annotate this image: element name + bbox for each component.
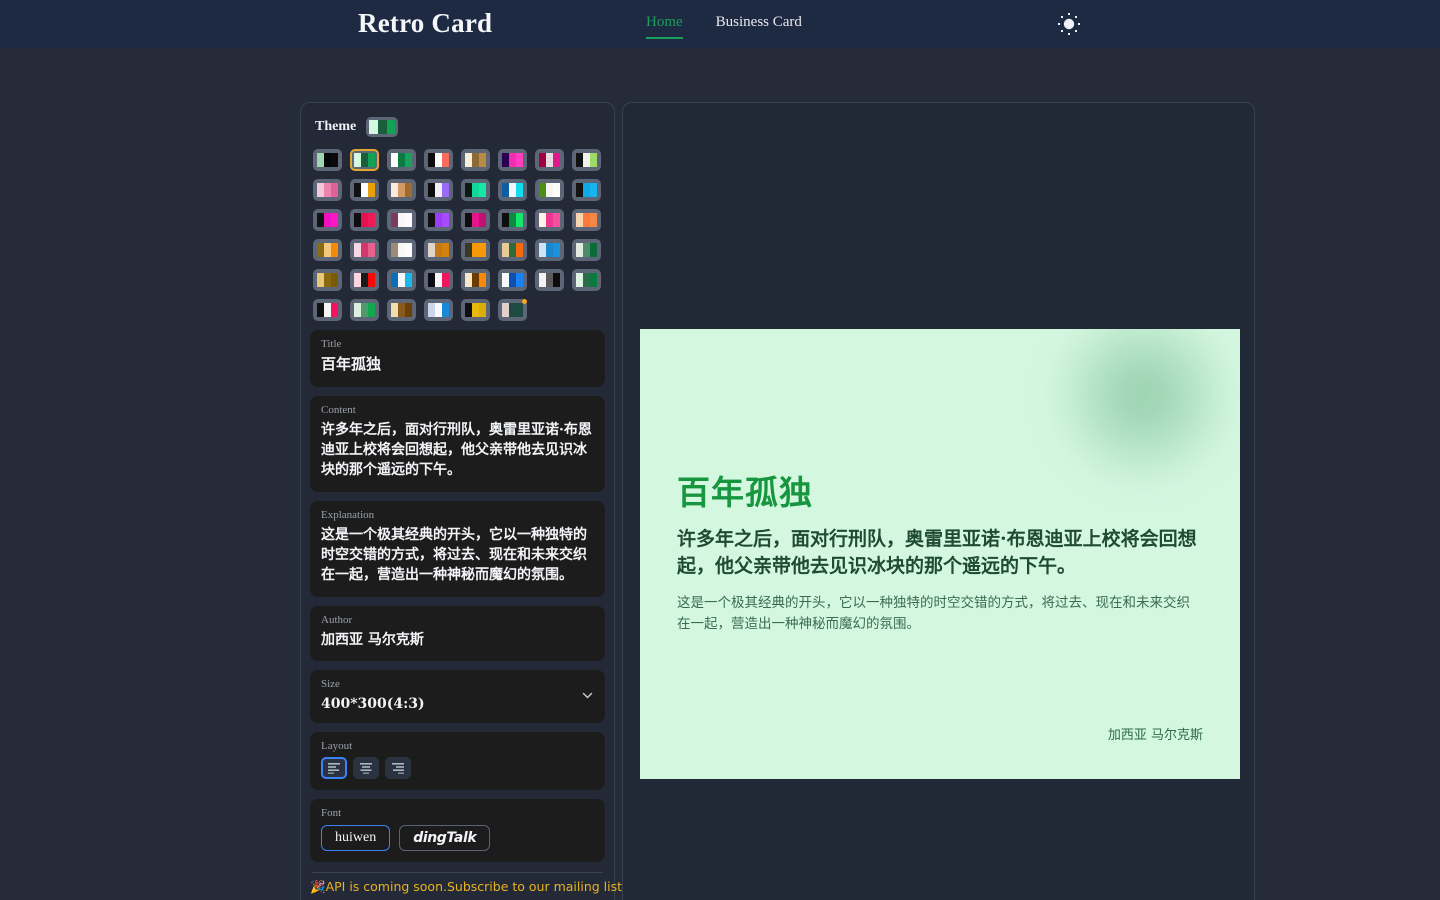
layout-options: [321, 757, 594, 780]
theme-swatch-14[interactable]: [535, 179, 564, 201]
app-brand-title: Retro Card: [358, 8, 493, 38]
theme-swatch-23[interactable]: [572, 209, 601, 231]
theme-swatch-20[interactable]: [461, 209, 490, 231]
theme-swatch-9[interactable]: [350, 179, 379, 201]
preview-content: 许多年之后，面对行刑队，奥雷里亚诺·布恩迪亚上校将会回想起，他父亲带他去见识冰块…: [677, 527, 1197, 578]
new-badge-dot: [522, 299, 527, 304]
theme-swatch-45[interactable]: [498, 299, 527, 321]
theme-swatch-13[interactable]: [498, 179, 527, 201]
theme-swatch-41[interactable]: [350, 299, 379, 321]
content-field-value[interactable]: 许多年之后，面对行刑队，奥雷里亚诺·布恩迪亚上校将会回想起，他父亲带他去见识冰块…: [321, 420, 594, 481]
chevron-down-icon[interactable]: [581, 689, 593, 701]
theme-swatch-17[interactable]: [350, 209, 379, 231]
title-field[interactable]: Title 百年孤独: [310, 330, 605, 387]
theme-swatch-26[interactable]: [387, 239, 416, 261]
explanation-field-value[interactable]: 这是一个极其经典的开头，它以一种独特的时空交错的方式，将过去、现在和未来交织在一…: [321, 525, 594, 586]
align-center-icon[interactable]: [353, 757, 379, 780]
theme-swatch-7[interactable]: [572, 149, 601, 171]
font-field-label: Font: [321, 807, 342, 820]
theme-swatch-42[interactable]: [387, 299, 416, 321]
sun-icon[interactable]: [1056, 11, 1082, 37]
theme-swatch-10[interactable]: [387, 179, 416, 201]
theme-swatch-16[interactable]: [313, 209, 342, 231]
theme-swatch-39[interactable]: [572, 269, 601, 291]
theme-swatch-24[interactable]: [313, 239, 342, 261]
preview-card-body: 百年孤独 许多年之后，面对行刑队，奥雷里亚诺·布恩迪亚上校将会回想起，他父亲带他…: [640, 329, 1240, 779]
theme-swatch-11[interactable]: [424, 179, 453, 201]
theme-swatch-31[interactable]: [572, 239, 601, 261]
app-header: Retro Card Home Business Card: [0, 0, 1440, 48]
theme-swatch-35[interactable]: [424, 269, 453, 291]
theme-swatch-30[interactable]: [535, 239, 564, 261]
preview-card[interactable]: 百年孤独 许多年之后，面对行刑队，奥雷里亚诺·布恩迪亚上校将会回想起，他父亲带他…: [640, 329, 1240, 779]
layout-field: Layout: [310, 732, 605, 791]
theme-swatch-3[interactable]: [424, 149, 453, 171]
font-options: huiwen dingTalk: [321, 825, 594, 852]
theme-label: Theme: [315, 119, 357, 134]
content-field[interactable]: Content 许多年之后，面对行刑队，奥雷里亚诺·布恩迪亚上校将会回想起，他父…: [310, 395, 605, 492]
author-field[interactable]: Author 加西亚 马尔克斯: [310, 605, 605, 661]
align-left-icon[interactable]: [321, 757, 347, 780]
title-field-value[interactable]: 百年孤独: [321, 354, 594, 376]
theme-swatch-32[interactable]: [313, 269, 342, 291]
content-field-label: Content: [321, 403, 356, 416]
theme-header: Theme: [310, 117, 605, 147]
theme-swatch-36[interactable]: [461, 269, 490, 291]
theme-swatch-28[interactable]: [461, 239, 490, 261]
theme-swatch-29[interactable]: [498, 239, 527, 261]
theme-swatch-37[interactable]: [498, 269, 527, 291]
title-field-label: Title: [321, 338, 342, 350]
main-nav: Home Business Card: [646, 14, 802, 39]
theme-swatch-18[interactable]: [387, 209, 416, 231]
theme-swatch-44[interactable]: [461, 299, 490, 321]
theme-swatch-27[interactable]: [424, 239, 453, 261]
theme-swatch-2[interactable]: [387, 149, 416, 171]
theme-swatch-4[interactable]: [461, 149, 490, 171]
author-field-label: Author: [321, 613, 353, 626]
nav-link-home[interactable]: Home: [646, 14, 683, 39]
theme-swatch-1[interactable]: [350, 149, 379, 171]
theme-swatch-0[interactable]: [313, 149, 342, 171]
theme-swatch-19[interactable]: [424, 209, 453, 231]
size-select[interactable]: Size 400*300(4:3): [310, 669, 605, 724]
theme-swatch-43[interactable]: [424, 299, 453, 321]
theme-swatch-38[interactable]: [535, 269, 564, 291]
preview-author: 加西亚 马尔克斯: [1107, 728, 1203, 743]
author-field-value[interactable]: 加西亚 马尔克斯: [321, 630, 594, 650]
theme-swatch-33[interactable]: [350, 269, 379, 291]
align-right-icon[interactable]: [385, 757, 411, 780]
layout-field-label: Layout: [321, 740, 353, 753]
current-theme-swatch[interactable]: [366, 117, 399, 137]
theme-swatch-8[interactable]: [313, 179, 342, 201]
font-option-dingtalk[interactable]: dingTalk: [399, 825, 491, 852]
theme-swatch-6[interactable]: [535, 149, 564, 171]
size-field-label: Size: [321, 677, 340, 690]
font-option-huiwen[interactable]: huiwen: [321, 825, 391, 852]
theme-swatch-25[interactable]: [350, 239, 379, 261]
api-notice-link[interactable]: 🎉API is coming soon.Subscribe to our mai…: [310, 873, 629, 895]
size-field-value: 400*300(4:3): [321, 695, 425, 712]
theme-swatch-12[interactable]: [461, 179, 490, 201]
editor-panel: Theme Title 百年孤独 Content 许多年之后，面对行刑队，奥雷里…: [300, 102, 629, 900]
preview-explanation: 这是一个极其经典的开头，它以一种独特的时空交错的方式，将过去、现在和未来交织在一…: [677, 595, 1190, 632]
nav-link-business-card[interactable]: Business Card: [716, 14, 802, 37]
theme-swatch-5[interactable]: [498, 149, 527, 171]
main-content: Theme Title 百年孤独 Content 许多年之后，面对行刑队，奥雷里…: [0, 48, 1440, 900]
theme-swatch-40[interactable]: [313, 299, 342, 321]
preview-panel: 百年孤独 许多年之后，面对行刑队，奥雷里亚诺·布恩迪亚上校将会回想起，他父亲带他…: [622, 102, 1255, 900]
explanation-field-label: Explanation: [321, 508, 375, 521]
preview-title: 百年孤独: [677, 473, 813, 512]
theme-swatch-22[interactable]: [535, 209, 564, 231]
theme-swatch-21[interactable]: [498, 209, 527, 231]
theme-swatch-grid[interactable]: [310, 147, 610, 321]
font-field: Font huiwen dingTalk: [310, 799, 605, 863]
theme-swatch-34[interactable]: [387, 269, 416, 291]
explanation-field[interactable]: Explanation 这是一个极其经典的开头，它以一种独特的时空交错的方式，将…: [310, 500, 605, 597]
theme-swatch-15[interactable]: [572, 179, 601, 201]
